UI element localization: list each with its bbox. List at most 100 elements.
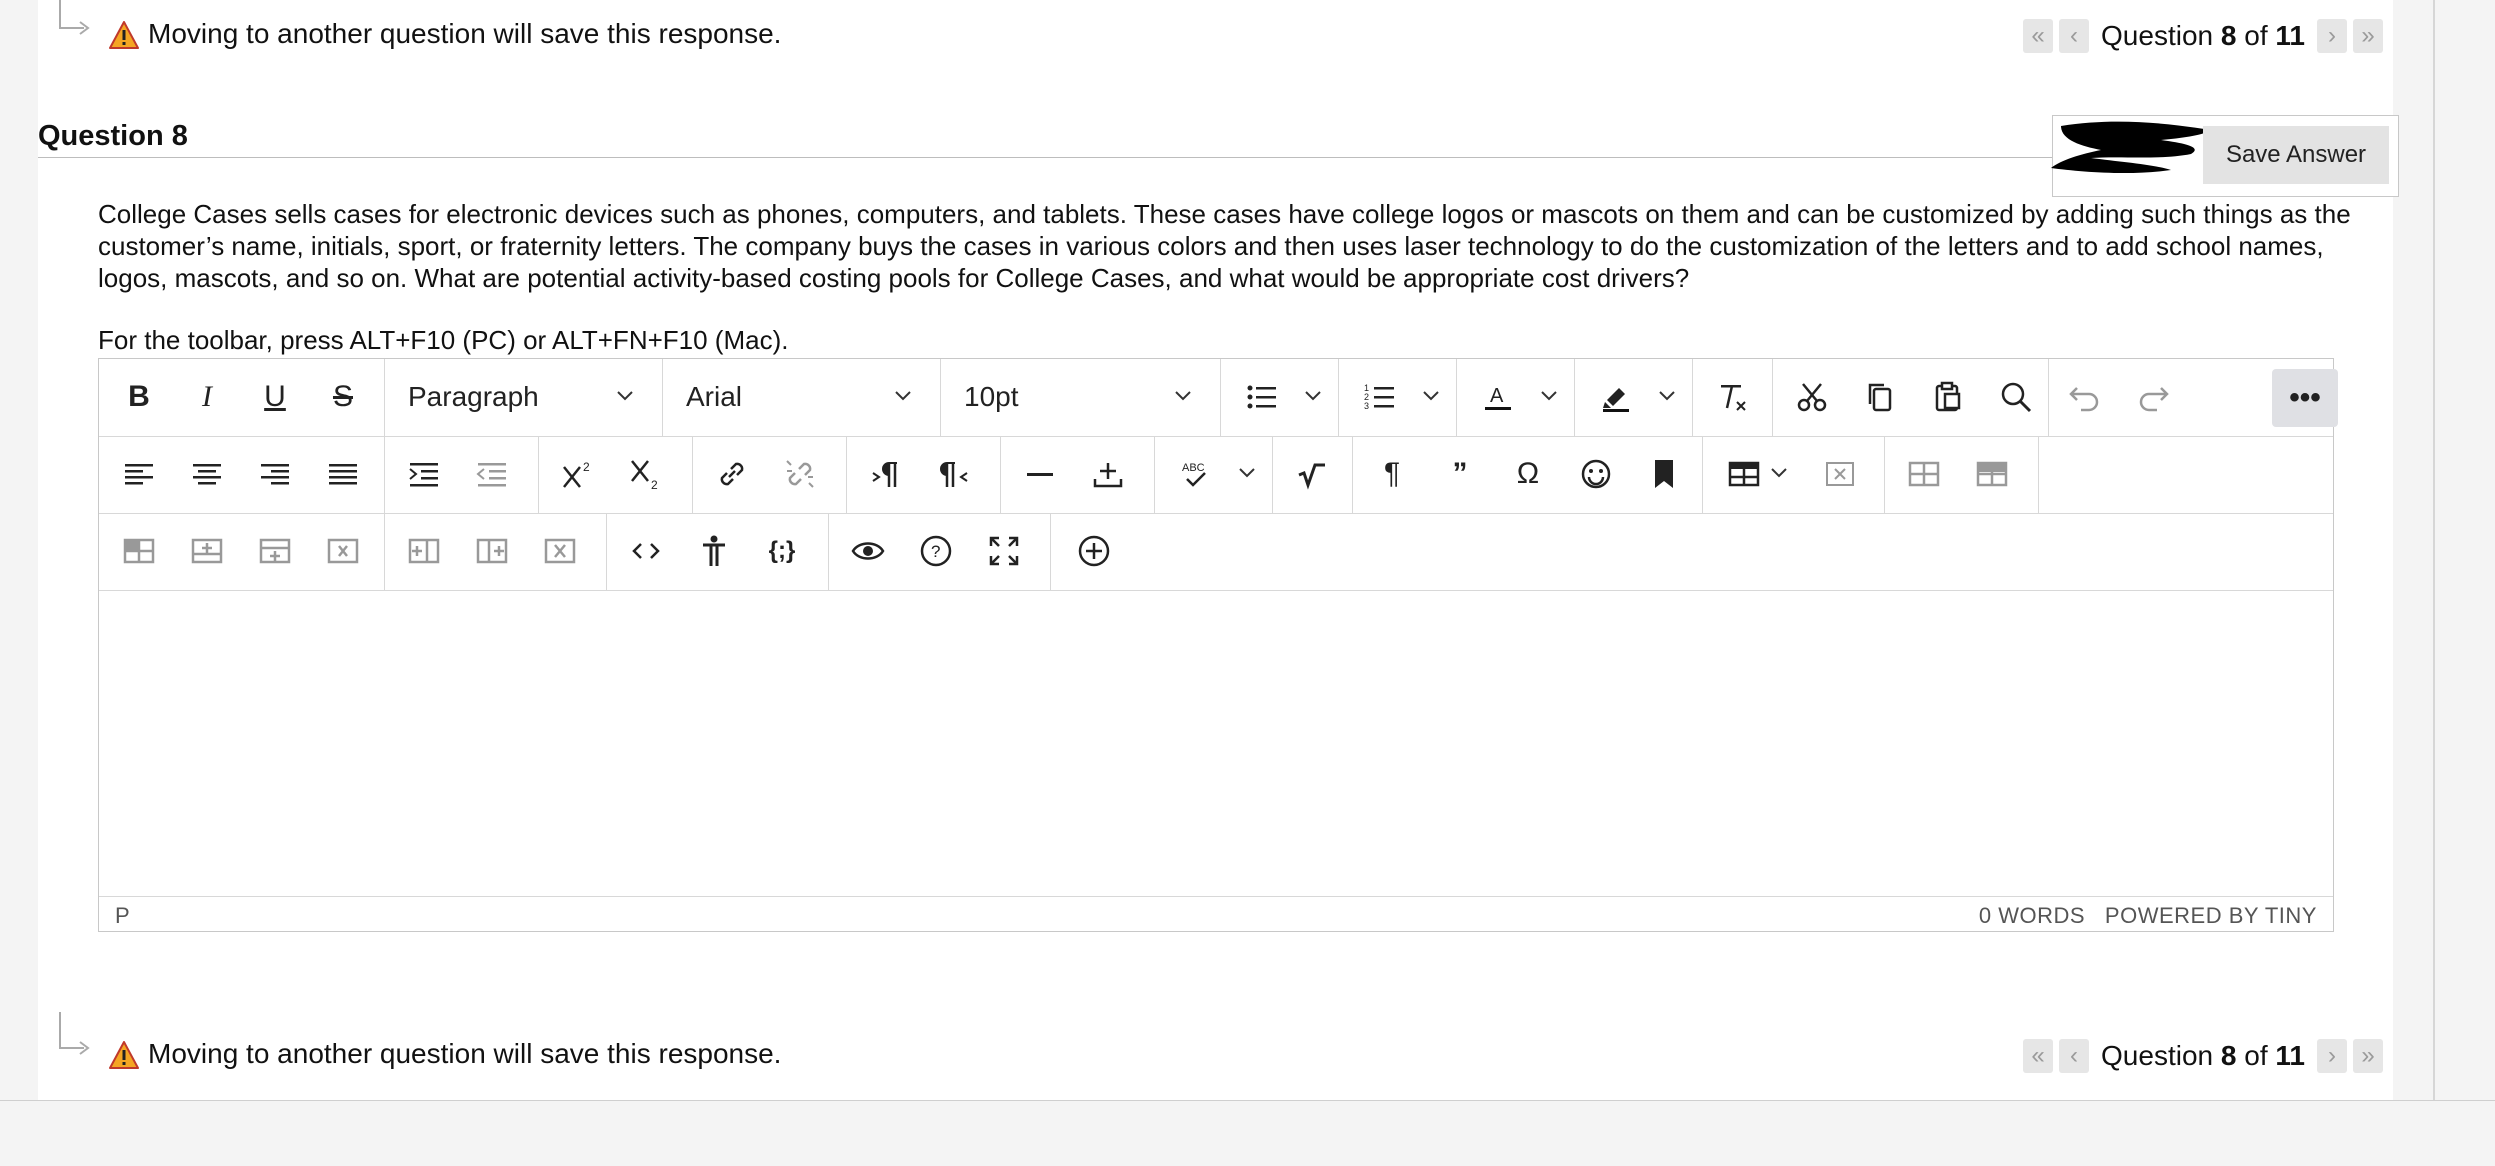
template-variable-icon[interactable]: {;} — [758, 528, 806, 574]
outdent-icon[interactable] — [468, 451, 516, 497]
next-question-button[interactable]: › — [2317, 19, 2347, 53]
table-cell-properties-icon[interactable] — [1900, 451, 1948, 497]
paste-icon[interactable] — [1924, 374, 1972, 420]
font-family-value: Arial — [686, 381, 743, 412]
code-group: {;} — [606, 513, 829, 590]
bottom-warning-row: Moving to another question will save thi… — [38, 1012, 2393, 1080]
chevron-down-icon[interactable] — [1540, 387, 1558, 405]
paragraph-mark-icon[interactable]: ¶ — [1368, 451, 1416, 497]
underline-button[interactable]: U — [251, 374, 299, 420]
question-title: Question 8 — [38, 120, 188, 152]
insert-break-icon[interactable] — [1084, 451, 1132, 497]
chevron-down-icon[interactable] — [1238, 464, 1256, 482]
element-path[interactable]: P — [115, 903, 130, 929]
indent-icon[interactable] — [400, 451, 448, 497]
font-size-dropdown[interactable]: 10pt — [940, 359, 1221, 436]
clear-formatting-icon[interactable] — [1708, 374, 1756, 420]
rich-text-editor: B I U S Paragraph Arial 10pt 1 2 3 A •••… — [98, 358, 2338, 932]
source-code-icon[interactable] — [622, 528, 670, 574]
delete-column-icon[interactable] — [536, 528, 584, 574]
word-count[interactable]: 0 WORDS — [1979, 903, 2085, 928]
unlink-icon[interactable] — [776, 451, 824, 497]
delete-row-icon[interactable] — [319, 528, 367, 574]
search-icon[interactable] — [1992, 374, 2040, 420]
text-color-icon[interactable]: A — [1474, 374, 1522, 420]
fullscreen-icon[interactable] — [980, 528, 1028, 574]
svg-text:A: A — [1490, 385, 1504, 407]
table-row-ops-group — [99, 513, 385, 590]
next-question-button[interactable]: › — [2317, 1039, 2347, 1073]
delete-table-icon[interactable] — [1816, 451, 1864, 497]
horizontal-line-icon[interactable] — [1016, 451, 1064, 497]
emoji-icon[interactable] — [1572, 451, 1620, 497]
numbered-list-icon[interactable]: 123 — [1356, 374, 1404, 420]
previous-question-button[interactable]: ‹ — [2059, 19, 2090, 53]
block-format-dropdown[interactable]: Paragraph — [384, 359, 663, 436]
font-family-dropdown[interactable]: Arial — [662, 359, 941, 436]
table-row-icon[interactable] — [115, 528, 163, 574]
svg-text:ABC: ABC — [1182, 462, 1205, 474]
insert-column-after-icon[interactable] — [468, 528, 516, 574]
help-icon[interactable]: ? — [912, 528, 960, 574]
indent-arrow-icon — [59, 1012, 90, 1055]
math-equation-icon[interactable] — [1288, 451, 1336, 497]
align-right-icon[interactable] — [251, 451, 299, 497]
italic-button[interactable]: I — [183, 374, 231, 420]
math-group — [1272, 436, 1353, 513]
chevron-down-icon[interactable] — [1422, 387, 1440, 405]
toolbar-row-2: 2 2 ABC ¶ ” Ω — [99, 436, 2333, 514]
spellcheck-icon[interactable]: ABC — [1172, 451, 1220, 497]
superscript-icon[interactable]: 2 — [554, 451, 602, 497]
bookmark-icon[interactable] — [1640, 451, 1688, 497]
undo-icon[interactable] — [2060, 374, 2108, 420]
chevron-down-icon[interactable] — [1658, 387, 1676, 405]
script-group: 2 2 — [538, 436, 693, 513]
last-question-button[interactable]: » — [2353, 1039, 2383, 1073]
insert-symbols-group: ¶ ” Ω — [1352, 436, 1703, 513]
chevron-down-icon — [1175, 391, 1191, 401]
previous-question-button[interactable]: ‹ — [2059, 1039, 2090, 1073]
align-left-icon[interactable] — [115, 451, 163, 497]
right-to-left-icon[interactable] — [930, 451, 978, 497]
powered-by-link[interactable]: POWERED BY TINY — [2105, 903, 2317, 928]
insert-row-before-icon[interactable] — [183, 528, 231, 574]
table-icon[interactable] — [1720, 451, 1768, 497]
table-group — [1702, 436, 1885, 513]
table-row-properties-icon[interactable] — [1968, 451, 2016, 497]
align-justify-icon[interactable] — [319, 451, 367, 497]
block-format-value: Paragraph — [408, 381, 539, 412]
accessibility-icon[interactable] — [690, 528, 738, 574]
last-question-button[interactable]: » — [2353, 19, 2383, 53]
first-question-button[interactable]: « — [2023, 1039, 2054, 1073]
indent-arrow-icon — [59, 0, 90, 35]
left-to-right-icon[interactable] — [862, 451, 910, 497]
copy-icon[interactable] — [1856, 374, 1904, 420]
special-character-icon[interactable]: Ω — [1504, 451, 1552, 497]
more-options-icon[interactable]: ••• — [2272, 369, 2338, 427]
blockquote-icon[interactable]: ” — [1436, 451, 1484, 497]
strikethrough-button[interactable]: S — [319, 374, 367, 420]
first-question-button[interactable]: « — [2023, 19, 2054, 53]
chevron-down-icon[interactable] — [1304, 387, 1322, 405]
direction-group — [846, 436, 1001, 513]
warning-icon — [109, 21, 139, 49]
align-center-icon[interactable] — [183, 451, 231, 497]
insert-column-before-icon[interactable] — [400, 528, 448, 574]
save-answer-button[interactable]: Save Answer — [2203, 126, 2389, 184]
save-answer-container: Save Answer — [2051, 115, 2399, 197]
bullet-list-icon[interactable] — [1238, 374, 1286, 420]
subscript-icon[interactable]: 2 — [622, 451, 670, 497]
add-content-icon[interactable] — [1070, 528, 1118, 574]
link-icon[interactable] — [708, 451, 756, 497]
preview-eye-icon[interactable] — [844, 528, 892, 574]
insert-row-after-icon[interactable] — [251, 528, 299, 574]
toolbar-hint: For the toolbar, press ALT+F10 (PC) or A… — [98, 325, 789, 355]
question-position: Question 8 of 11 — [2101, 20, 2305, 51]
cut-icon[interactable] — [1788, 374, 1836, 420]
highlight-pen-icon[interactable] — [1592, 374, 1640, 420]
redo-icon[interactable] — [2130, 374, 2178, 420]
current-question-number: 8 — [2220, 1040, 2237, 1071]
bold-button[interactable]: B — [115, 374, 163, 420]
chevron-down-icon[interactable] — [1770, 464, 1788, 482]
editor-content-area[interactable] — [99, 593, 2333, 893]
